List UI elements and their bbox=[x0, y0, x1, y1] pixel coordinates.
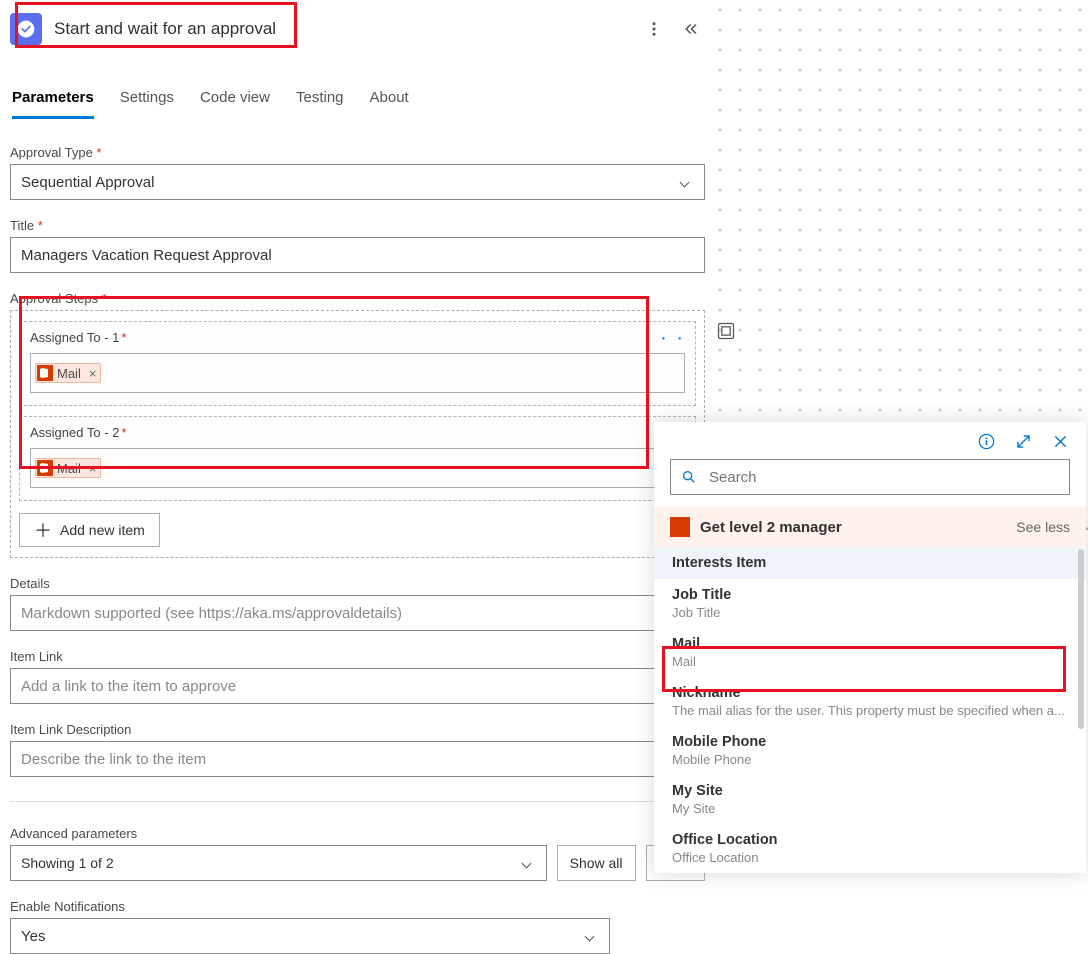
show-all-button[interactable]: Show all bbox=[557, 845, 636, 881]
remove-token-icon[interactable]: × bbox=[89, 461, 97, 476]
office-icon bbox=[37, 460, 53, 476]
add-new-item-button[interactable]: ＋ Add new item bbox=[19, 513, 160, 547]
property-nickname[interactable]: Nickname The mail alias for the user. Th… bbox=[654, 677, 1086, 726]
step-label-1: Assigned To - 1* bbox=[30, 330, 126, 345]
approval-action-icon bbox=[10, 13, 42, 45]
source-title: Get level 2 manager bbox=[700, 519, 842, 536]
tab-strip: Parameters Settings Code view Testing Ab… bbox=[10, 83, 705, 121]
field-item-link-desc: Item Link Description Describe the link … bbox=[10, 722, 705, 777]
field-title: Title Managers Vacation Request Approval bbox=[10, 218, 705, 273]
more-options-icon[interactable] bbox=[645, 20, 663, 38]
property-my-site[interactable]: My Site My Site bbox=[654, 775, 1086, 824]
design-canvas bbox=[710, 0, 1088, 430]
input-item-link[interactable]: Add a link to the item to approve bbox=[10, 668, 705, 704]
search-field[interactable] bbox=[707, 468, 1059, 487]
info-icon[interactable] bbox=[977, 432, 996, 451]
label-enable-notifications: Enable Notifications bbox=[10, 899, 705, 914]
action-title: Start and wait for an approval bbox=[54, 19, 645, 39]
search-icon bbox=[681, 469, 697, 485]
action-config-pane: Start and wait for an approval Parameter… bbox=[10, 5, 705, 954]
field-approval-steps: Approval Steps Assigned To - 1* · · · Ma… bbox=[10, 291, 705, 558]
input-item-link-desc[interactable]: Describe the link to the item bbox=[10, 741, 705, 777]
divider bbox=[10, 801, 705, 802]
property-list: Interests Item Job Title Job Title Mail … bbox=[654, 547, 1086, 873]
label-item-link-desc: Item Link Description bbox=[10, 722, 705, 737]
steps-container: Assigned To - 1* · · · Mail × Assigned T… bbox=[10, 310, 705, 558]
office-icon bbox=[670, 517, 690, 537]
property-job-title[interactable]: Job Title Job Title bbox=[654, 579, 1086, 628]
source-header[interactable]: Get level 2 manager See less bbox=[654, 507, 1086, 547]
label-advanced: Advanced parameters bbox=[10, 826, 705, 841]
dynamic-token-mail-2[interactable]: Mail × bbox=[35, 458, 101, 478]
select-enable-notifications[interactable]: Yes bbox=[10, 918, 610, 954]
dynamic-token-mail-1[interactable]: Mail × bbox=[35, 363, 101, 383]
property-office-location[interactable]: Office Location Office Location bbox=[654, 824, 1086, 873]
tab-codeview[interactable]: Code view bbox=[200, 83, 270, 119]
property-mobile-phone[interactable]: Mobile Phone Mobile Phone bbox=[654, 726, 1086, 775]
label-approval-type: Approval Type bbox=[10, 145, 705, 160]
office-icon bbox=[37, 365, 53, 381]
tab-about[interactable]: About bbox=[370, 83, 409, 119]
input-title[interactable]: Managers Vacation Request Approval bbox=[10, 237, 705, 273]
assigned-to-input-1[interactable]: Mail × bbox=[30, 353, 685, 393]
expand-icon[interactable] bbox=[1014, 432, 1033, 451]
collapse-pane-icon[interactable] bbox=[681, 20, 699, 38]
tab-testing[interactable]: Testing bbox=[296, 83, 344, 119]
select-advanced[interactable]: Showing 1 of 2 bbox=[10, 845, 547, 881]
collapse-steps-icon[interactable] bbox=[716, 321, 736, 341]
assigned-to-input-2[interactable]: Mail × bbox=[30, 448, 685, 488]
field-item-link: Item Link Add a link to the item to appr… bbox=[10, 649, 705, 704]
step-item-1: Assigned To - 1* · · · Mail × bbox=[19, 321, 696, 406]
close-icon[interactable] bbox=[1051, 432, 1070, 451]
chevron-down-icon bbox=[680, 177, 690, 187]
select-approval-type[interactable]: Sequential Approval bbox=[10, 164, 705, 200]
field-enable-notifications: Enable Notifications Yes bbox=[10, 899, 705, 954]
see-less-link[interactable]: See less bbox=[1016, 519, 1070, 535]
property-mail[interactable]: Mail Mail bbox=[654, 628, 1086, 677]
field-advanced: Advanced parameters Showing 1 of 2 Show … bbox=[10, 826, 705, 881]
input-details[interactable]: Markdown supported (see https://aka.ms/a… bbox=[10, 595, 705, 631]
label-title: Title bbox=[10, 218, 705, 233]
step-menu-1[interactable]: · · · bbox=[644, 335, 685, 341]
label-details: Details bbox=[10, 576, 705, 591]
property-interests-item[interactable]: Interests Item bbox=[654, 547, 1086, 579]
step-label-2: Assigned To - 2* bbox=[30, 425, 126, 440]
scrollbar[interactable] bbox=[1078, 549, 1084, 729]
label-approval-steps: Approval Steps bbox=[10, 291, 705, 306]
chevron-down-icon bbox=[585, 931, 595, 941]
tab-parameters[interactable]: Parameters bbox=[12, 83, 94, 119]
plus-icon: ＋ bbox=[34, 517, 52, 543]
tab-settings[interactable]: Settings bbox=[120, 83, 174, 119]
chevron-down-icon bbox=[521, 858, 531, 868]
search-input[interactable] bbox=[670, 459, 1070, 495]
step-item-2: Assigned To - 2* · · · Mail × bbox=[19, 416, 696, 501]
label-item-link: Item Link bbox=[10, 649, 705, 664]
field-details: Details Markdown supported (see https://… bbox=[10, 576, 705, 631]
field-approval-type: Approval Type Sequential Approval bbox=[10, 145, 705, 200]
dynamic-content-flyout: Get level 2 manager See less Interests I… bbox=[654, 422, 1086, 873]
remove-token-icon[interactable]: × bbox=[89, 366, 97, 381]
